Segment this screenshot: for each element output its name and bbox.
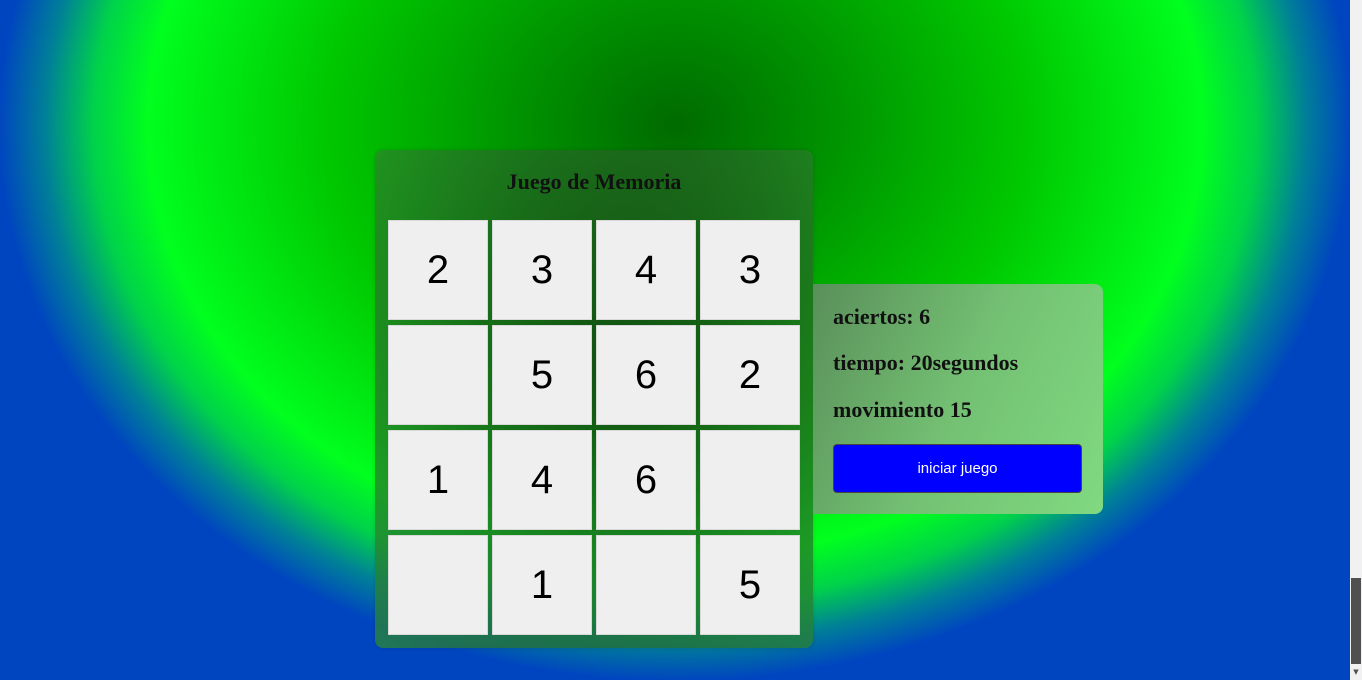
stats-panel: aciertos: 6 tiempo: 20segundos movimient…	[813, 284, 1103, 514]
memory-card[interactable]	[700, 430, 800, 530]
time-counter: tiempo: 20segundos	[833, 350, 1019, 375]
memory-card[interactable]: 1	[492, 535, 592, 635]
memory-card[interactable]: 5	[492, 325, 592, 425]
memory-card[interactable]	[596, 535, 696, 635]
memory-card[interactable]: 5	[700, 535, 800, 635]
hits-counter: aciertos: 6	[833, 304, 931, 329]
memory-card[interactable]: 2	[700, 325, 800, 425]
memory-card[interactable]: 3	[700, 220, 800, 320]
memory-card[interactable]: 4	[492, 430, 592, 530]
memory-card[interactable]: 2	[388, 220, 488, 320]
scroll-down-arrow-icon[interactable]: ▼	[1351, 666, 1361, 678]
memory-card[interactable]: 6	[596, 325, 696, 425]
memory-card[interactable]	[388, 325, 488, 425]
game-title: Juego de Memoria	[506, 169, 682, 194]
memory-card[interactable]: 4	[596, 220, 696, 320]
moves-counter: movimiento 15	[833, 397, 972, 422]
memory-game-panel: Juego de Memoria 2 3 4 3 5 6 2 1 4 6 1 5	[375, 150, 813, 648]
memory-card[interactable]: 1	[388, 430, 488, 530]
memory-card[interactable]: 3	[492, 220, 592, 320]
start-game-button[interactable]: iniciar juego	[833, 444, 1082, 493]
memory-card[interactable]: 6	[596, 430, 696, 530]
card-grid: 2 3 4 3 5 6 2 1 4 6 1 5	[388, 220, 800, 635]
memory-card[interactable]	[388, 535, 488, 635]
scrollbar-thumb[interactable]	[1351, 578, 1361, 664]
